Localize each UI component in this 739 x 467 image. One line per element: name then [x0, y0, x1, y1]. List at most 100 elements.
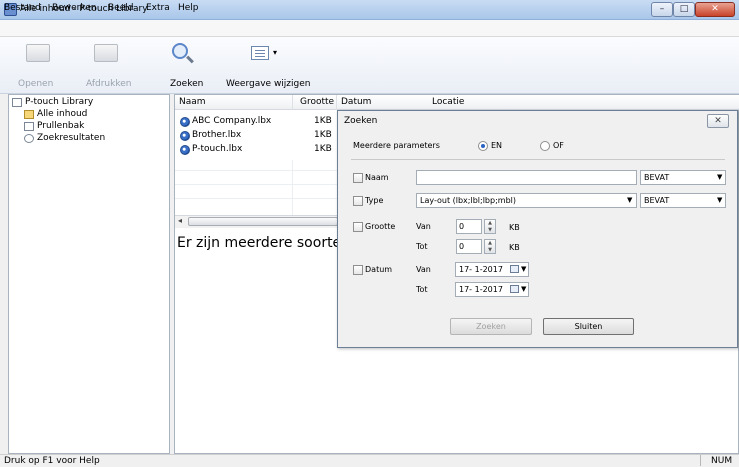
status-divider — [700, 455, 701, 466]
status-bar — [0, 454, 739, 467]
chevron-down-icon[interactable]: ▾ — [273, 48, 277, 57]
type-value: Lay-out (lbx;lbl;lbp;mbl) — [420, 196, 516, 205]
type-checkbox[interactable] — [353, 196, 363, 206]
tree-item-all-content[interactable]: Alle inhoud — [37, 109, 87, 119]
print-icon — [94, 44, 118, 62]
tree-item-library[interactable]: P-touch Library — [25, 97, 93, 107]
tree-item-search-results[interactable]: Zoekresultaten — [37, 133, 105, 143]
status-help-text: Druk op F1 voor Help — [4, 456, 100, 466]
file-size: 1KB — [314, 116, 332, 126]
radio-or-label: OF — [553, 141, 564, 150]
calendar-icon — [510, 285, 519, 293]
size-unit: KB — [509, 243, 520, 252]
date-from-picker[interactable]: 17- 1-2017 ▼ — [455, 262, 529, 277]
size-label: Grootte — [365, 222, 396, 231]
name-label: Naam — [365, 173, 389, 182]
column-header-date[interactable]: Datum — [341, 97, 371, 107]
dialog-close-text-button[interactable]: Sluiten — [543, 318, 634, 335]
print-button[interactable]: Afdrukken — [86, 79, 131, 89]
date-to-value: 17- 1-2017 — [459, 285, 503, 294]
multiple-params-label: Meerdere parameters — [353, 141, 440, 150]
size-to-input[interactable]: 0 — [456, 239, 482, 254]
name-operator-value: BEVAT — [644, 173, 670, 182]
menu-extra[interactable]: Extra — [146, 3, 170, 13]
name-checkbox[interactable] — [353, 173, 363, 183]
size-unit: KB — [509, 223, 520, 232]
minimize-button[interactable]: – — [651, 2, 673, 17]
date-from-value: 17- 1-2017 — [459, 265, 503, 274]
menu-bewerken[interactable]: Bewerken — [52, 3, 96, 13]
menu-help[interactable]: Help — [178, 3, 199, 13]
dialog-search-button[interactable]: Zoeken — [450, 318, 532, 335]
name-operator-select[interactable]: BEVAT ▼ — [640, 170, 726, 185]
dialog-close-button[interactable]: ✕ — [707, 114, 729, 128]
grid-line — [175, 184, 340, 185]
chevron-down-icon: ▼ — [521, 265, 527, 273]
chevron-down-icon: ▼ — [521, 285, 527, 293]
library-icon — [12, 98, 22, 107]
trash-icon — [24, 122, 34, 131]
folder-icon — [24, 110, 34, 119]
change-view-button[interactable]: Weergave wijzigen — [226, 79, 310, 89]
tree-item-trash[interactable]: Prullenbak — [37, 121, 84, 131]
spin-up-icon: ▲ — [488, 220, 492, 226]
file-size: 1KB — [314, 144, 332, 154]
column-header-size[interactable]: Grootte — [300, 97, 334, 107]
file-size: 1KB — [314, 130, 332, 140]
file-name[interactable]: P-touch.lbx — [192, 144, 242, 154]
menu-beeld[interactable]: Beeld — [108, 3, 133, 13]
date-to-label: Tot — [416, 285, 428, 294]
radio-and-label: EN — [491, 141, 503, 150]
scroll-left-icon[interactable]: ◂ — [178, 216, 182, 225]
file-name[interactable]: ABC Company.lbx — [192, 116, 271, 126]
type-operator-select[interactable]: BEVAT ▼ — [640, 193, 726, 208]
size-to-label: Tot — [416, 242, 428, 251]
view-icon — [251, 46, 269, 60]
column-header-name[interactable]: Naam — [179, 97, 206, 107]
date-checkbox[interactable] — [353, 265, 363, 275]
folder-tree — [8, 94, 170, 454]
grid-line — [175, 170, 340, 171]
column-separator — [336, 95, 337, 110]
chevron-down-icon: ▼ — [627, 196, 633, 204]
size-from-spinner[interactable]: ▲ ▼ — [484, 219, 496, 234]
grid-line — [175, 198, 340, 199]
file-icon — [180, 131, 190, 141]
radio-and[interactable] — [478, 141, 488, 151]
num-lock-indicator: NUM — [711, 456, 733, 466]
search-button[interactable]: Zoeken — [170, 79, 203, 89]
menu-bestand[interactable]: Bestand — [4, 3, 41, 13]
type-operator-value: BEVAT — [644, 196, 670, 205]
file-icon — [180, 145, 190, 155]
size-to-spinner[interactable]: ▲ ▼ — [484, 239, 496, 254]
column-header-location[interactable]: Locatie — [432, 97, 464, 107]
open-button[interactable]: Openen — [18, 79, 53, 89]
chevron-down-icon: ▼ — [717, 196, 723, 204]
scrollbar-thumb[interactable] — [188, 217, 338, 226]
radio-or[interactable] — [540, 141, 550, 151]
date-to-picker[interactable]: 17- 1-2017 ▼ — [455, 282, 529, 297]
search-results-icon — [24, 134, 34, 143]
file-name[interactable]: Brother.lbx — [192, 130, 241, 140]
size-checkbox[interactable] — [353, 222, 363, 232]
spin-up-icon: ▲ — [488, 240, 492, 246]
chevron-down-icon: ▼ — [717, 173, 723, 181]
type-select[interactable]: Lay-out (lbx;lbl;lbp;mbl) ▼ — [416, 193, 637, 208]
file-icon — [180, 117, 190, 127]
size-from-label: Van — [416, 222, 431, 231]
size-from-input[interactable]: 0 — [456, 219, 482, 234]
grid-line — [292, 160, 293, 215]
dialog-title: Zoeken — [344, 116, 378, 126]
column-separator — [292, 95, 293, 110]
type-label: Type — [365, 196, 384, 205]
dialog-separator — [351, 159, 725, 160]
maximize-button[interactable]: □ — [673, 2, 695, 17]
open-folder-icon — [26, 44, 50, 62]
close-window-button[interactable]: ✕ — [695, 2, 735, 17]
calendar-icon — [510, 265, 519, 273]
name-input[interactable] — [416, 170, 637, 185]
date-from-label: Van — [416, 265, 431, 274]
spin-down-icon: ▼ — [488, 227, 492, 233]
menu-bar — [0, 20, 739, 37]
spin-down-icon: ▼ — [488, 247, 492, 253]
